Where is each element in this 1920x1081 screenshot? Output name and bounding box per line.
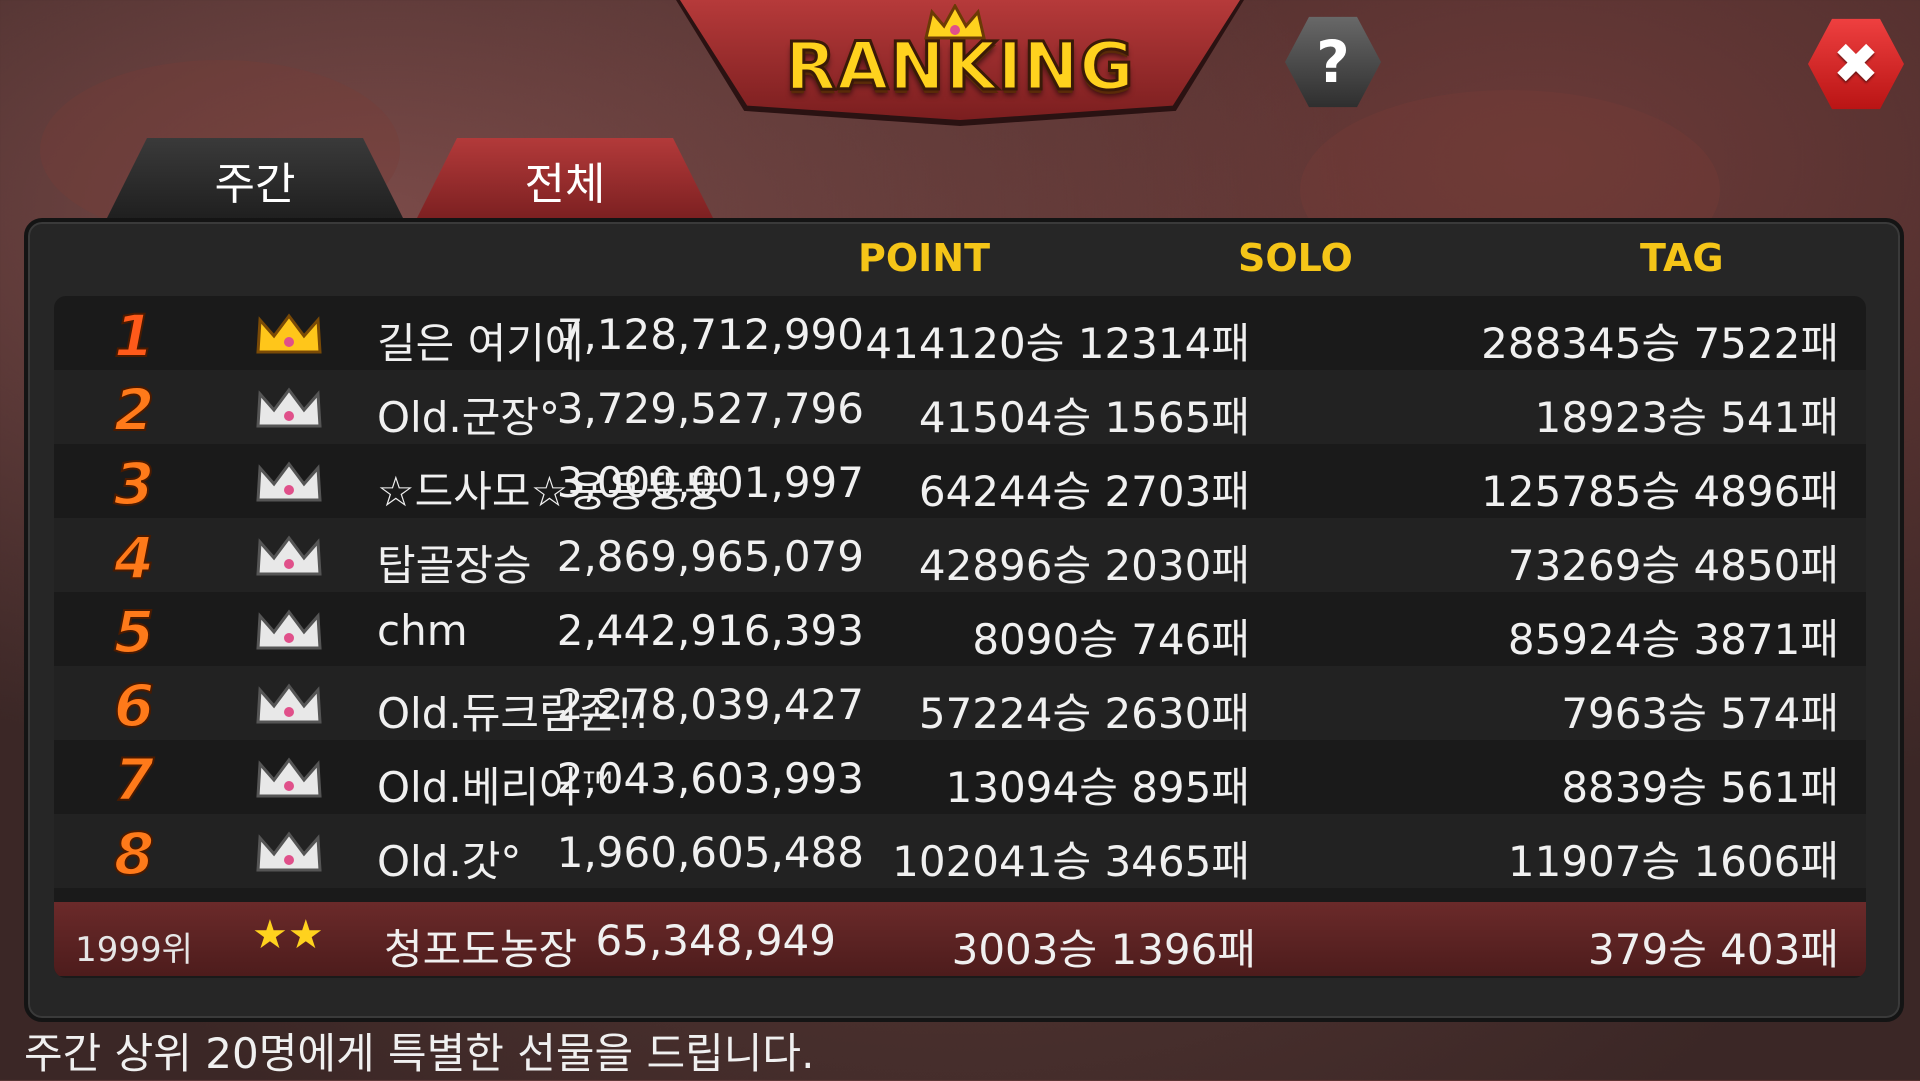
my-tag: 379승 403패 <box>1588 925 1839 974</box>
silver-crown-icon <box>256 757 322 798</box>
rank-number: 8 <box>113 819 155 889</box>
solo-record: 64244승 2703패 <box>918 467 1250 516</box>
close-icon: ✖ <box>1832 31 1880 97</box>
point-value: 2,442,916,393 <box>556 606 864 655</box>
solo-record: 102041승 3465패 <box>892 837 1250 886</box>
silver-crown-icon <box>256 609 322 650</box>
tag-record: 73269승 4850패 <box>1507 541 1839 590</box>
table-row[interactable]: 2 Old.군장° 3,729,527,796 41504승 1565패 18923승 … <box>54 370 1866 445</box>
question-icon: ? <box>1316 28 1350 96</box>
player-name: 탑골장승 <box>377 541 532 590</box>
solo-record: 57224승 2630패 <box>918 689 1250 738</box>
column-header-point: POINT <box>858 236 991 280</box>
table-row[interactable]: 4 탑골장승 2,869,965,079 42896승 2030패 73269승 485… <box>54 518 1866 593</box>
player-name: chm <box>377 606 468 655</box>
solo-record: 8090승 746패 <box>972 615 1250 664</box>
silver-crown-icon <box>256 387 322 428</box>
silver-crown-icon <box>256 461 322 502</box>
tag-record: 7963승 574패 <box>1561 689 1839 738</box>
tab-all[interactable]: 전체 <box>415 138 715 222</box>
column-header-solo: SOLO <box>1238 236 1353 280</box>
point-value: 7,128,712,990 <box>556 310 864 359</box>
table-row[interactable]: 5 chm 2,442,916,393 8090승 746패 85924승 3871패 <box>54 592 1866 667</box>
tag-record: 18923승 541패 <box>1534 393 1839 442</box>
rank-number: 1 <box>113 301 155 371</box>
point-value: 3,729,527,796 <box>556 384 864 433</box>
solo-record: 42896승 2030패 <box>918 541 1250 590</box>
table-row[interactable]: 8 Old.갓° 1,960,605,488 102041승 3465패 11907승 … <box>54 814 1866 889</box>
my-rank-row[interactable]: 1999위 ★★ 청포도농장 65,348,949 3003승 1396패 37… <box>54 902 1866 976</box>
tag-record: 8839승 561패 <box>1561 763 1839 812</box>
solo-record: 13094승 895패 <box>945 763 1250 812</box>
table-row[interactable]: 1 길은 여기에 7,128,712,990 414120승 12314패 288345… <box>54 296 1866 371</box>
rank-number: 5 <box>113 597 155 667</box>
silver-crown-icon <box>256 683 322 724</box>
solo-record: 41504승 1565패 <box>918 393 1250 442</box>
player-name: Old.군장° <box>377 393 561 442</box>
help-button[interactable]: ? <box>1285 16 1381 108</box>
table-row[interactable]: 3 ☆드사모☆용용뚱뚱 3,000,001,997 64244승 2703패 12578… <box>54 444 1866 519</box>
point-value: 3,000,001,997 <box>556 458 864 507</box>
star-badge-icon: ★★ <box>252 912 324 958</box>
point-value: 1,960,605,488 <box>556 828 864 877</box>
tab-weekly-label: 주간 <box>214 159 296 210</box>
player-name: 길은 여기에 <box>377 319 584 368</box>
rank-number: 2 <box>113 375 155 445</box>
solo-record: 414120승 12314패 <box>865 319 1250 368</box>
ranking-table: 8 Old.갓° 1,960,605,488 102041승 3465패 11907승 … <box>54 296 1866 978</box>
my-rank: 1999위 <box>75 930 193 970</box>
my-solo: 3003승 1396패 <box>951 925 1256 974</box>
page-title: RANKING <box>784 27 1135 107</box>
tag-record: 125785승 4896패 <box>1481 467 1839 516</box>
tag-record: 85924승 3871패 <box>1507 615 1839 664</box>
rank-number: 4 <box>113 523 155 593</box>
point-value: 2,278,039,427 <box>556 680 864 729</box>
my-name: 청포도농장 <box>384 925 578 974</box>
rank-number: 3 <box>113 449 155 519</box>
tab-weekly[interactable]: 주간 <box>105 138 405 222</box>
close-button[interactable]: ✖ <box>1808 18 1904 110</box>
gold-crown-icon <box>256 313 322 354</box>
my-point: 65,348,949 <box>595 916 836 965</box>
player-name: Old.갓° <box>377 837 522 886</box>
silver-crown-icon <box>256 535 322 576</box>
table-row[interactable]: 7 Old.베리어™ 2,043,603,993 13094승 895패 8839승 5… <box>54 740 1866 815</box>
tag-record: 11907승 1606패 <box>1507 837 1839 886</box>
point-value: 2,043,603,993 <box>556 754 864 803</box>
table-row[interactable]: 6 Old.듀크림존!! 2,278,039,427 57224승 2630패 7963… <box>54 666 1866 741</box>
point-value: 2,869,965,079 <box>556 532 864 581</box>
tag-record: 288345승 7522패 <box>1481 319 1839 368</box>
tab-all-label: 전체 <box>524 159 606 210</box>
footer-notice: 주간 상위 20명에게 특별한 선물을 드립니다. <box>24 1029 815 1078</box>
rank-number: 7 <box>113 745 155 815</box>
rank-number: 6 <box>113 671 155 741</box>
column-header-tag: TAG <box>1640 236 1724 280</box>
silver-crown-icon <box>256 831 322 872</box>
